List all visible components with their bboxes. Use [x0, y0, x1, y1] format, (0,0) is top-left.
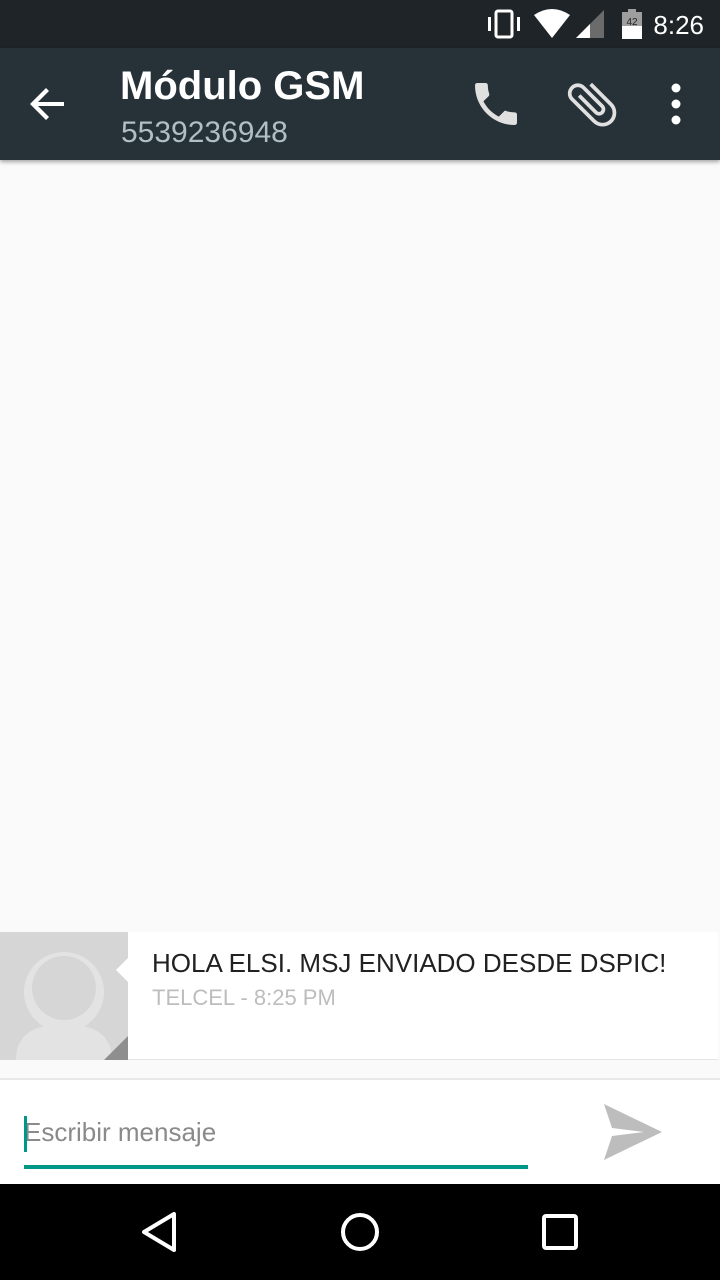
signal-icon — [576, 10, 604, 38]
vibrate-icon — [488, 9, 520, 39]
back-arrow-icon[interactable] — [24, 80, 72, 128]
conversation-title: Módulo GSM — [120, 64, 365, 108]
text-cursor — [24, 1116, 27, 1152]
message-timestamp: TELCEL - 8:25 PM — [152, 985, 336, 1010]
home-circle-icon[interactable] — [336, 1208, 384, 1256]
message-text: HOLA ELSI. MSJ ENVIADO DESDE DSPIC! — [152, 948, 667, 978]
contact-avatar[interactable] — [0, 932, 128, 1060]
message-input[interactable] — [24, 1114, 528, 1150]
conversation-phone-number: 5539236948 — [121, 116, 288, 149]
battery-icon: 42 — [622, 9, 642, 39]
message-bubble[interactable]: HOLA ELSI. MSJ ENVIADO DESDE DSPIC! TELC… — [128, 932, 718, 1060]
send-icon[interactable] — [600, 1102, 664, 1162]
bubble-tail — [116, 958, 128, 982]
default-contact-icon — [16, 952, 128, 1060]
back-triangle-icon[interactable] — [136, 1208, 184, 1256]
battery-level-text: 42 — [626, 17, 638, 28]
app-bar: Módulo GSM 5539236948 — [0, 48, 720, 160]
recents-square-icon[interactable] — [536, 1208, 584, 1256]
overflow-menu-icon[interactable] — [648, 76, 704, 132]
phone-icon[interactable] — [468, 76, 524, 132]
navigation-bar — [0, 1184, 720, 1280]
clock: 8:26 — [653, 10, 704, 40]
wifi-icon — [534, 9, 570, 38]
status-bar: 42 8:26 — [0, 0, 720, 48]
compose-bar — [0, 1080, 720, 1184]
message-item[interactable]: HOLA ELSI. MSJ ENVIADO DESDE DSPIC! TELC… — [0, 932, 720, 1060]
paperclip-icon[interactable] — [562, 74, 622, 134]
input-underline — [24, 1165, 528, 1169]
